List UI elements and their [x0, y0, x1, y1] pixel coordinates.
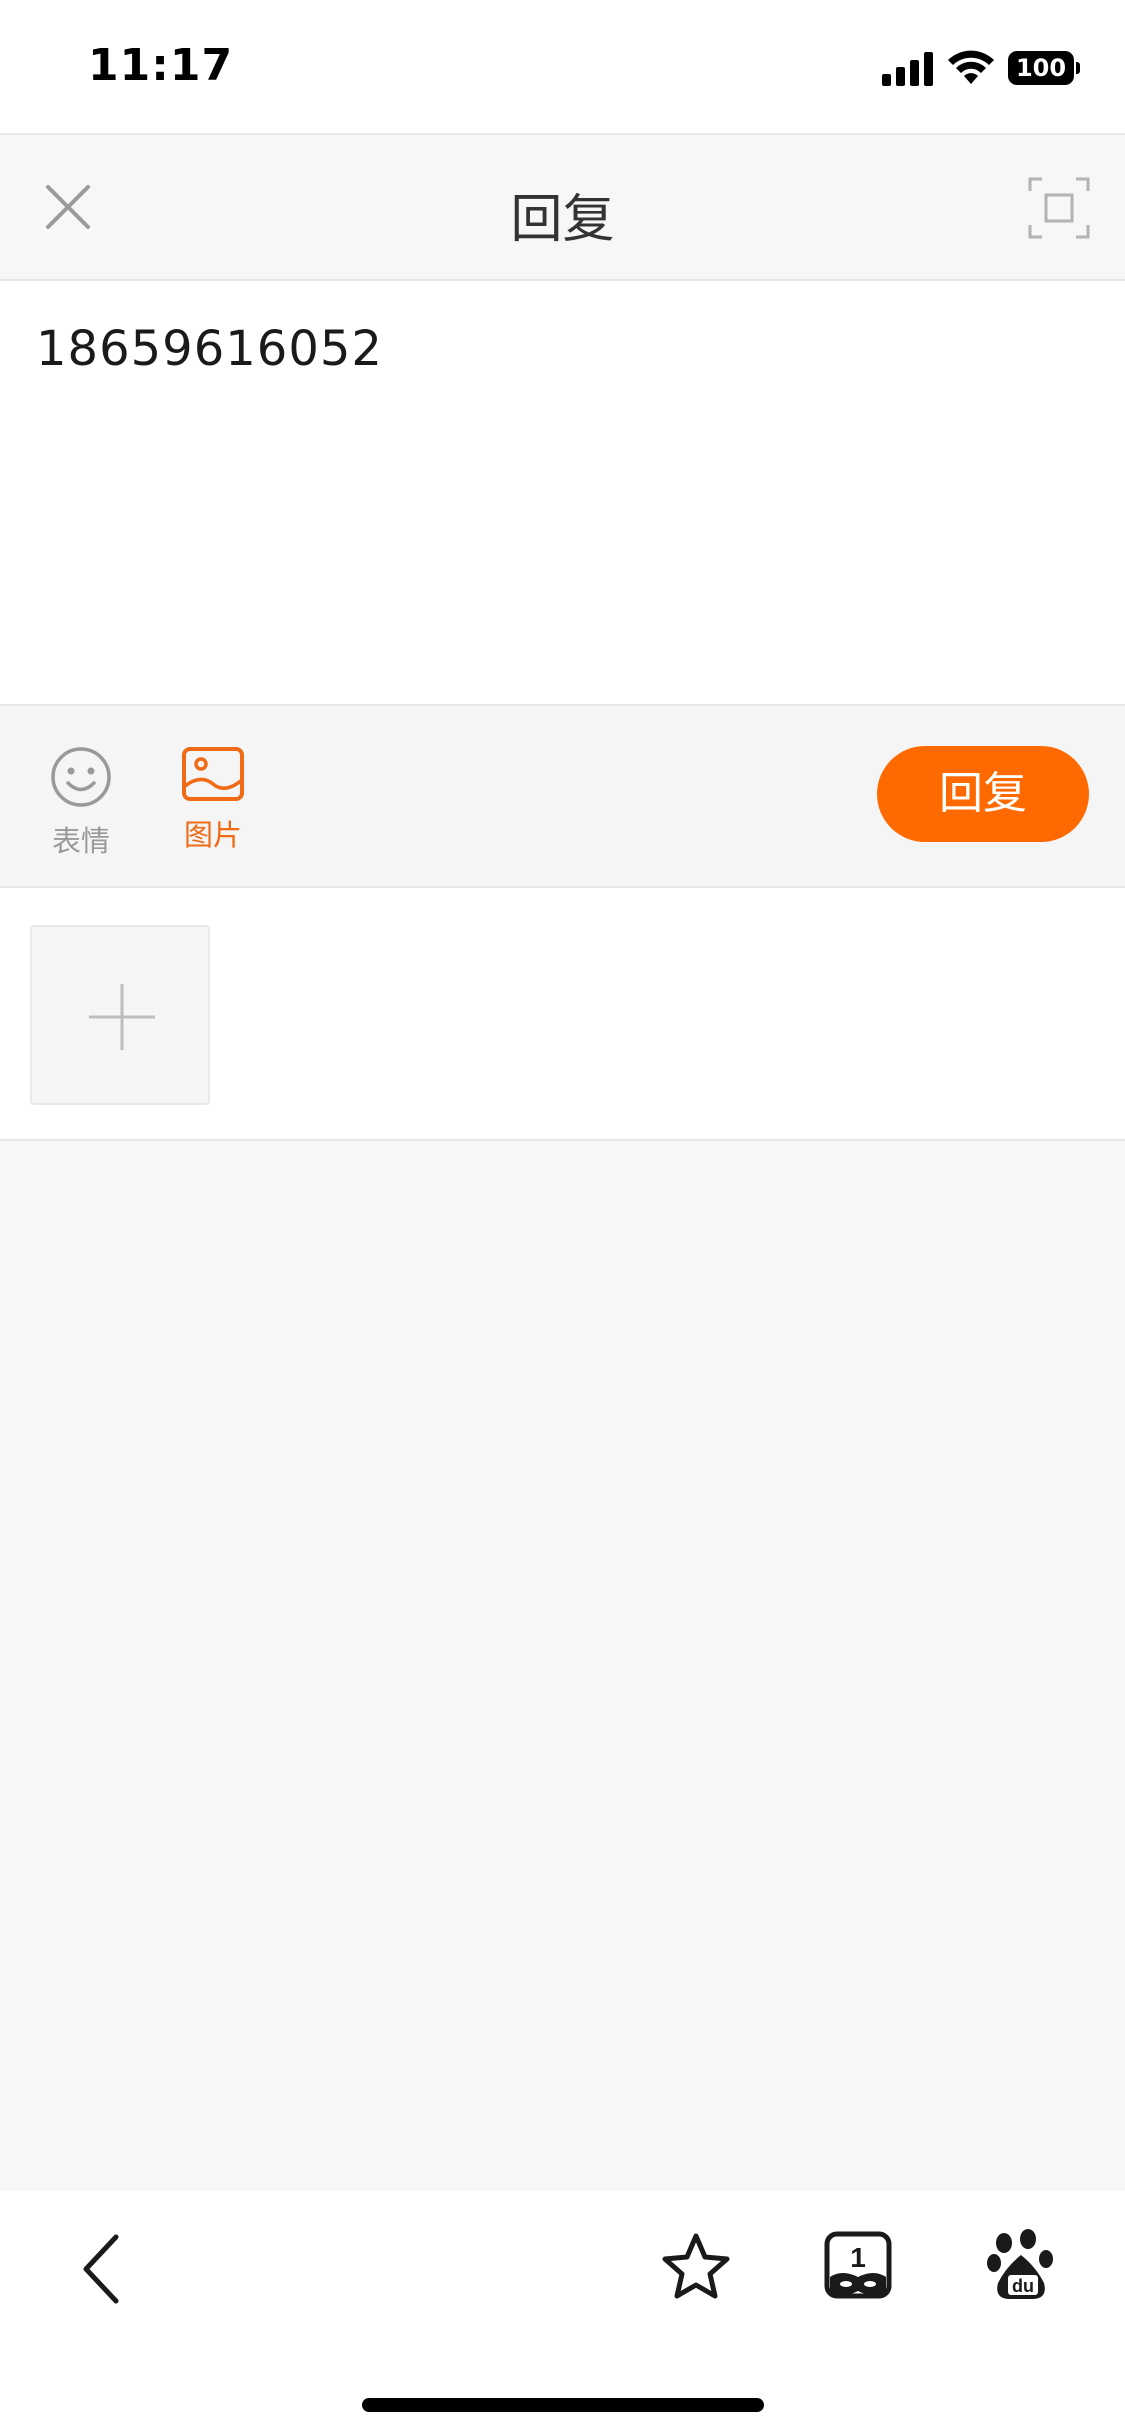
svg-text:du: du: [1012, 2276, 1034, 2296]
status-time: 11:17: [88, 40, 234, 91]
star-icon[interactable]: [660, 2231, 732, 2303]
page-title: 回复: [510, 190, 615, 250]
battery-icon: 100: [1008, 51, 1080, 85]
image-upload-area: [0, 888, 1125, 1141]
baidu-paw-icon[interactable]: du: [986, 2229, 1056, 2305]
emoji-button[interactable]: 表情: [36, 746, 126, 860]
reply-page: 11:17 100 回复 18659616052 表情 图片 回复 1 du: [0, 0, 1125, 2436]
tab-count: 1: [850, 2242, 866, 2273]
battery-level: 100: [1008, 51, 1074, 85]
reply-toolbar: 表情 图片 回复: [0, 704, 1125, 888]
reply-text-area[interactable]: 18659616052: [0, 281, 1125, 704]
image-label: 图片: [183, 818, 242, 852]
smiley-icon: [51, 747, 111, 807]
chevron-left-icon[interactable]: [70, 2229, 134, 2309]
reply-text: 18659616052: [36, 321, 383, 377]
emoji-label: 表情: [51, 824, 110, 858]
add-image-button[interactable]: [30, 925, 210, 1105]
reply-header: 回复: [0, 133, 1125, 281]
wifi-icon: [948, 50, 994, 84]
cellular-signal-icon: [882, 52, 933, 86]
plus-icon: [89, 984, 155, 1050]
reply-button[interactable]: 回复: [877, 746, 1089, 842]
status-bar: 11:17 100: [0, 0, 1125, 133]
image-button[interactable]: 图片: [168, 746, 258, 854]
tab-count-icon[interactable]: 1: [822, 2229, 894, 2305]
home-indicator[interactable]: [362, 2398, 764, 2412]
fullscreen-icon[interactable]: [1028, 177, 1090, 239]
image-icon: [182, 747, 244, 801]
